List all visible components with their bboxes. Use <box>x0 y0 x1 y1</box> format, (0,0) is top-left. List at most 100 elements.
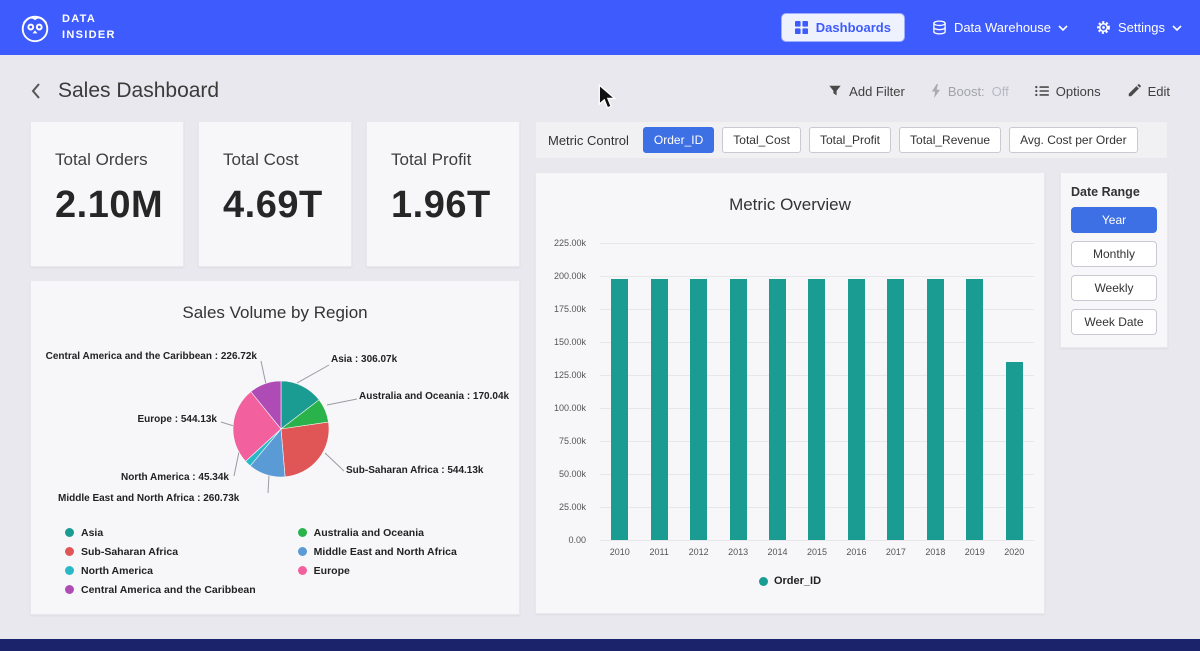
options-button[interactable]: Options <box>1035 84 1101 99</box>
date-range-button[interactable]: Year <box>1071 207 1157 233</box>
bars-container <box>600 243 1034 540</box>
metric-control-bar: Metric Control Order_IDTotal_CostTotal_P… <box>535 121 1168 159</box>
legend-item: Sub-Saharan Africa <box>65 542 256 561</box>
kpi-label: Total Orders <box>55 150 183 170</box>
gridline <box>600 540 1034 541</box>
metric-button[interactable]: Avg. Cost per Order <box>1009 127 1138 153</box>
metric-button[interactable]: Total_Revenue <box>899 127 1001 153</box>
pie-callout: Central America and the Caribbean : 226.… <box>46 351 257 362</box>
boost-label: Boost: <box>948 84 985 99</box>
settings-menu[interactable]: Settings <box>1096 20 1182 35</box>
y-axis: 225.00k200.00k175.00k150.00k125.00k100.0… <box>536 243 594 540</box>
x-axis-label: 2018 <box>916 547 955 557</box>
y-axis-tick: 50.00k <box>559 469 586 479</box>
bar-slot <box>718 243 757 540</box>
dashboards-grid-icon <box>795 21 808 34</box>
add-filter-button[interactable]: Add Filter <box>828 84 905 99</box>
date-range-button[interactable]: Monthly <box>1071 241 1157 267</box>
bar-2020[interactable] <box>1006 362 1023 540</box>
pencil-icon <box>1127 84 1141 98</box>
edit-label: Edit <box>1148 84 1170 99</box>
kpi-row: Total Orders 2.10M Total Cost4.69T Total Pr… <box>30 121 520 267</box>
gear-icon <box>1096 20 1111 35</box>
x-axis-label: 2015 <box>797 547 836 557</box>
top-nav: Dashboards Data Warehouse <box>782 14 1182 41</box>
pie-callout: North America : 45.34k <box>121 472 229 483</box>
page-title: Sales Dashboard <box>58 79 219 103</box>
metric-button[interactable]: Total_Cost <box>722 127 801 153</box>
y-axis-tick: 100.00k <box>554 403 586 413</box>
metric-button[interactable]: Total_Profit <box>809 127 891 153</box>
x-axis: 2010201120122013201420152016201720182019… <box>600 547 1034 557</box>
bar-2019[interactable] <box>966 279 983 540</box>
boost-toggle[interactable]: Boost: Off <box>931 84 1009 99</box>
kpi-value: 1.96T <box>391 184 519 227</box>
dashboards-label: Dashboards <box>816 20 891 35</box>
bar-2012[interactable] <box>690 279 707 540</box>
bar-2015[interactable] <box>808 279 825 540</box>
app-header: DATA INSIDER Dashboards Data Warehous <box>0 0 1200 55</box>
bar-plot-area <box>600 243 1034 540</box>
pie-slice[interactable] <box>281 422 329 477</box>
metric-buttons: Order_ID Total_Cost Total_Profit Total_Reve… <box>643 127 1138 153</box>
y-axis-tick: 175.00k <box>554 304 586 314</box>
database-icon <box>932 20 947 35</box>
legend-label: Middle East and North Africa <box>314 546 457 558</box>
chevron-down-icon <box>1172 25 1182 31</box>
y-axis-tick: 25.00k <box>559 502 586 512</box>
date-range-label: Date Range <box>1071 185 1157 199</box>
legend-color-dot <box>65 585 74 594</box>
options-label: Options <box>1056 84 1101 99</box>
date-range-button[interactable]: Weekly <box>1071 275 1157 301</box>
legend-item: Central America and the Caribbean <box>65 580 256 599</box>
legend-color-dot <box>65 566 74 575</box>
legend-item: Middle East and North Africa <box>298 542 457 561</box>
bar-2017[interactable] <box>887 279 904 540</box>
back-button[interactable] <box>30 81 42 101</box>
x-axis-label: 2019 <box>955 547 994 557</box>
legend-label: Europe <box>314 565 350 577</box>
kpi-value: 2.10M <box>55 184 183 227</box>
kpi-value: 4.69T <box>223 184 351 227</box>
bar-slot <box>758 243 797 540</box>
legend-label: Central America and the Caribbean <box>81 584 256 596</box>
data-warehouse-label: Data Warehouse <box>954 20 1051 35</box>
bar-2018[interactable] <box>927 279 944 540</box>
date-range-buttons: Year Monthly Weekly Week Date <box>1071 207 1157 335</box>
x-axis-label: 2012 <box>679 547 718 557</box>
bar-slot <box>995 243 1034 540</box>
pie-callout: Australia and Oceania : 170.04k <box>359 391 509 402</box>
y-axis-tick: 150.00k <box>554 337 586 347</box>
bar-slot <box>876 243 915 540</box>
legend-item: Europe <box>298 561 457 580</box>
x-axis-label: 2016 <box>837 547 876 557</box>
pie-callout: Sub-Saharan Africa : 544.13k <box>346 465 483 476</box>
bar-slot <box>916 243 955 540</box>
x-axis-label: 2010 <box>600 547 639 557</box>
bar-chart-legend: Order_ID <box>536 575 1044 587</box>
y-axis-tick: 125.00k <box>554 370 586 380</box>
legend-label: Sub-Saharan Africa <box>81 546 178 558</box>
edit-button[interactable]: Edit <box>1127 84 1170 99</box>
metric-button[interactable]: Order_ID <box>643 127 714 153</box>
bar-2013[interactable] <box>730 279 747 540</box>
chevron-down-icon <box>1058 25 1068 31</box>
bar-2010[interactable] <box>611 279 628 540</box>
kpi-card: Total Cost4.69T <box>198 121 352 267</box>
kpi-label: Total Profit <box>391 150 519 170</box>
legend-item: Australia and Oceania <box>298 523 457 542</box>
dashboards-button[interactable]: Dashboards <box>782 14 904 41</box>
legend-color-dot <box>65 547 74 556</box>
bar-2014[interactable] <box>769 279 786 540</box>
y-axis-tick: 200.00k <box>554 271 586 281</box>
x-axis-label: 2013 <box>718 547 757 557</box>
brand-line1: DATA <box>62 12 116 28</box>
y-axis-tick: 225.00k <box>554 238 586 248</box>
data-warehouse-menu[interactable]: Data Warehouse <box>932 20 1068 35</box>
date-range-button[interactable]: Week Date <box>1071 309 1157 335</box>
bar-2011[interactable] <box>651 279 668 540</box>
bar-2016[interactable] <box>848 279 865 540</box>
add-filter-label: Add Filter <box>849 84 905 99</box>
legend-item: Asia <box>65 523 256 542</box>
settings-label: Settings <box>1118 20 1165 35</box>
